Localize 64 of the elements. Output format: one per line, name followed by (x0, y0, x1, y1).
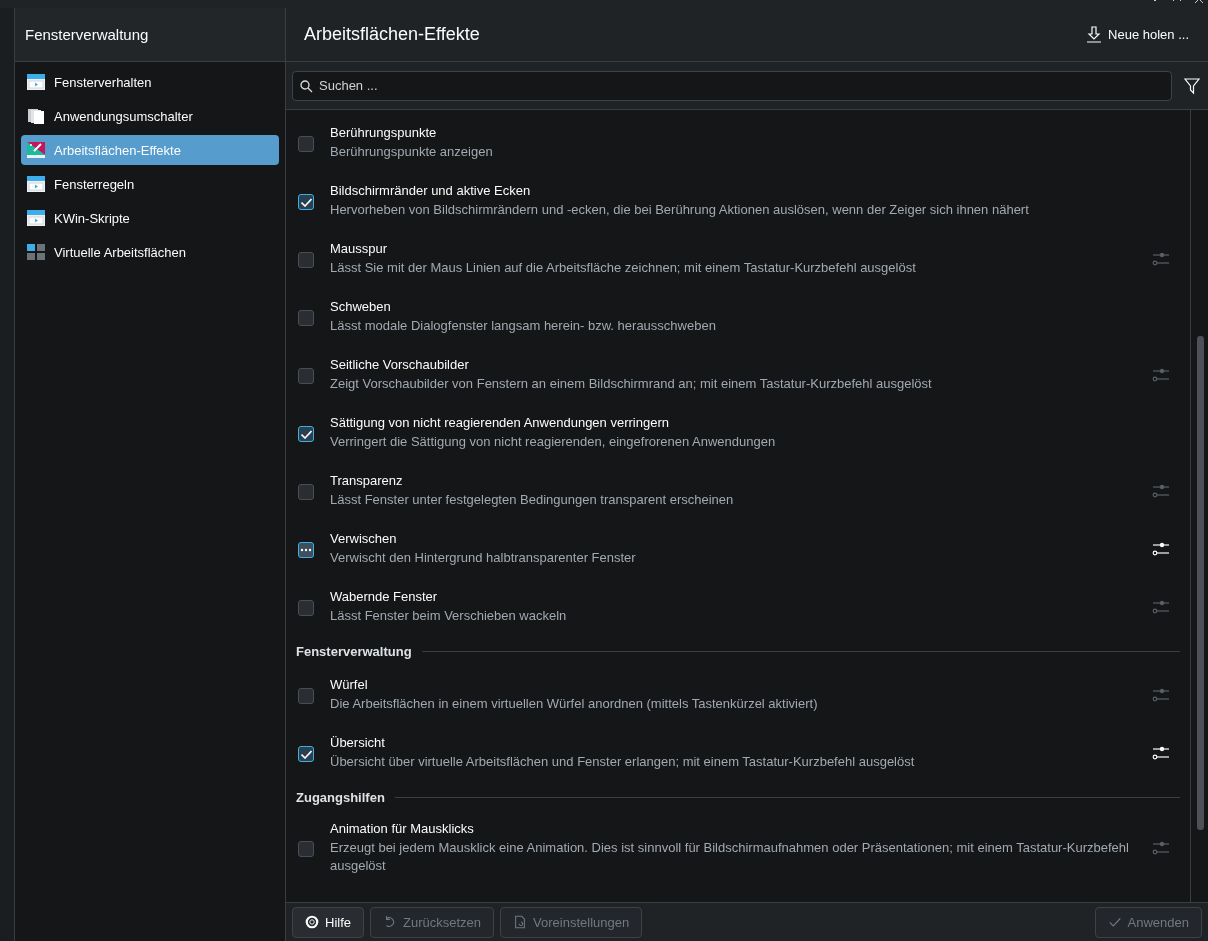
checkbox[interactable] (298, 484, 314, 500)
checkbox[interactable] (298, 194, 314, 210)
checkbox[interactable] (298, 688, 314, 704)
footer-button[interactable]: Hilfe (292, 906, 364, 938)
checkbox[interactable] (298, 542, 314, 558)
effect-name: Würfel (330, 677, 369, 692)
dots-icon (300, 548, 312, 552)
scrollbar-thumb[interactable] (1197, 336, 1204, 830)
section-heading: Fensterverwaltung (296, 643, 412, 659)
effect-name: Berührungspunkte (330, 125, 438, 140)
effect-description: Verringert die Sättigung von nicht reagierenden, eingefrorenen Anwendungen (330, 433, 777, 451)
window-icon (26, 72, 46, 92)
effect-description: Berührungspunkte anzeigen (330, 143, 494, 161)
sidebar-item[interactable]: Fensterregeln (21, 169, 279, 199)
effect-name: Mausspur (330, 241, 389, 256)
effect-description: Übersicht über virtuelle Arbeitsflächen und Fenster erlangen; mit einem Tastatur-Kurzbefehl ausgelöst (330, 753, 916, 771)
effect-name: Bildschirmränder und aktive Ecken (330, 183, 532, 198)
checkbox[interactable] (298, 426, 314, 442)
effect-description: Hervorheben von Bildschirmrändern und -ecken, die bei Berührung Aktionen auslösen, wenn der Zeiger sich ihnen nähert (330, 201, 1030, 219)
get-new-button[interactable]: Neue holen ... (1080, 24, 1195, 45)
effect-name: Seitliche Vorschaubilder (330, 357, 470, 372)
checkbox[interactable] (298, 368, 314, 384)
effect-name: Transparenz (330, 473, 404, 488)
sidebar-item[interactable]: Fensterverhalten (21, 67, 279, 97)
effect-description: Zeigt Vorschaubilder von Fenstern an einem Bildschirmrand an; mit einem Tastatur-Kurzbefehl ausgelöst (330, 375, 933, 393)
download-icon (1086, 25, 1103, 44)
check-icon (300, 429, 312, 439)
pages-icon (26, 106, 46, 126)
document-icon (513, 915, 528, 929)
check-icon (300, 197, 312, 207)
window-icon (26, 174, 46, 194)
checkbox[interactable] (298, 310, 314, 326)
check-icon (300, 749, 312, 759)
effect-name: Übersicht (330, 735, 386, 750)
effect-name: Schweben (330, 299, 392, 314)
effect-description: Lässt Fenster unter festgelegten Bedingungen transparent erscheinen (330, 491, 735, 509)
page-title: Arbeitsflächen-Effekte (304, 24, 480, 45)
checkbox[interactable] (298, 136, 314, 152)
effect-name: Verwischen (330, 531, 398, 546)
check-icon (1107, 915, 1122, 929)
sidebar-item[interactable]: Virtuelle Arbeitsflächen (21, 237, 279, 267)
checkbox[interactable] (298, 746, 314, 762)
sidebar-item[interactable]: Anwendungsumschalter (21, 101, 279, 131)
effects-icon (26, 140, 46, 160)
effect-description: Erzeugt bei jedem Mausklick eine Animation. Dies ist sinnvoll für Bildschirmaufnahmen oder Präsentationen; mit einem Tastatur-Kurzbefehl ausgelöst (330, 839, 1130, 875)
section-heading: Zugangshilfen (296, 789, 385, 805)
desktops-icon (26, 242, 46, 262)
lifebuoy-icon (305, 915, 319, 929)
filter-icon[interactable] (1184, 76, 1200, 95)
search-field[interactable]: Suchen ... (292, 70, 1172, 101)
effect-description: Die Arbeitsflächen in einem virtuellen Würfel anordnen (mittels Tastenkürzel aktiviert) (330, 695, 819, 713)
window-icon (26, 208, 46, 228)
effect-name: Wabernde Fenster (330, 589, 439, 604)
effect-name: Sättigung von nicht reagierenden Anwendungen verringern (330, 415, 670, 430)
sidebar-item[interactable]: KWin-Skripte (21, 203, 279, 233)
undo-icon (383, 915, 397, 929)
effect-description: Lässt Fenster beim Verschieben wackeln (330, 607, 568, 625)
checkbox[interactable] (298, 252, 314, 268)
effect-description: Lässt modale Dialogfenster langsam herein- bzw. herausschweben (330, 317, 717, 335)
checkbox[interactable] (298, 841, 314, 857)
effect-description: Verwischt den Hintergrund halbtransparenter Fenster (330, 549, 637, 567)
effect-name: Animation für Mausklicks (330, 821, 475, 836)
checkbox[interactable] (298, 600, 314, 616)
effect-description: Lässt Sie mit der Maus Linien auf die Arbeitsfläche zeichnen; mit einem Tastatur-Kurzbefehl ausgelöst (330, 259, 917, 277)
